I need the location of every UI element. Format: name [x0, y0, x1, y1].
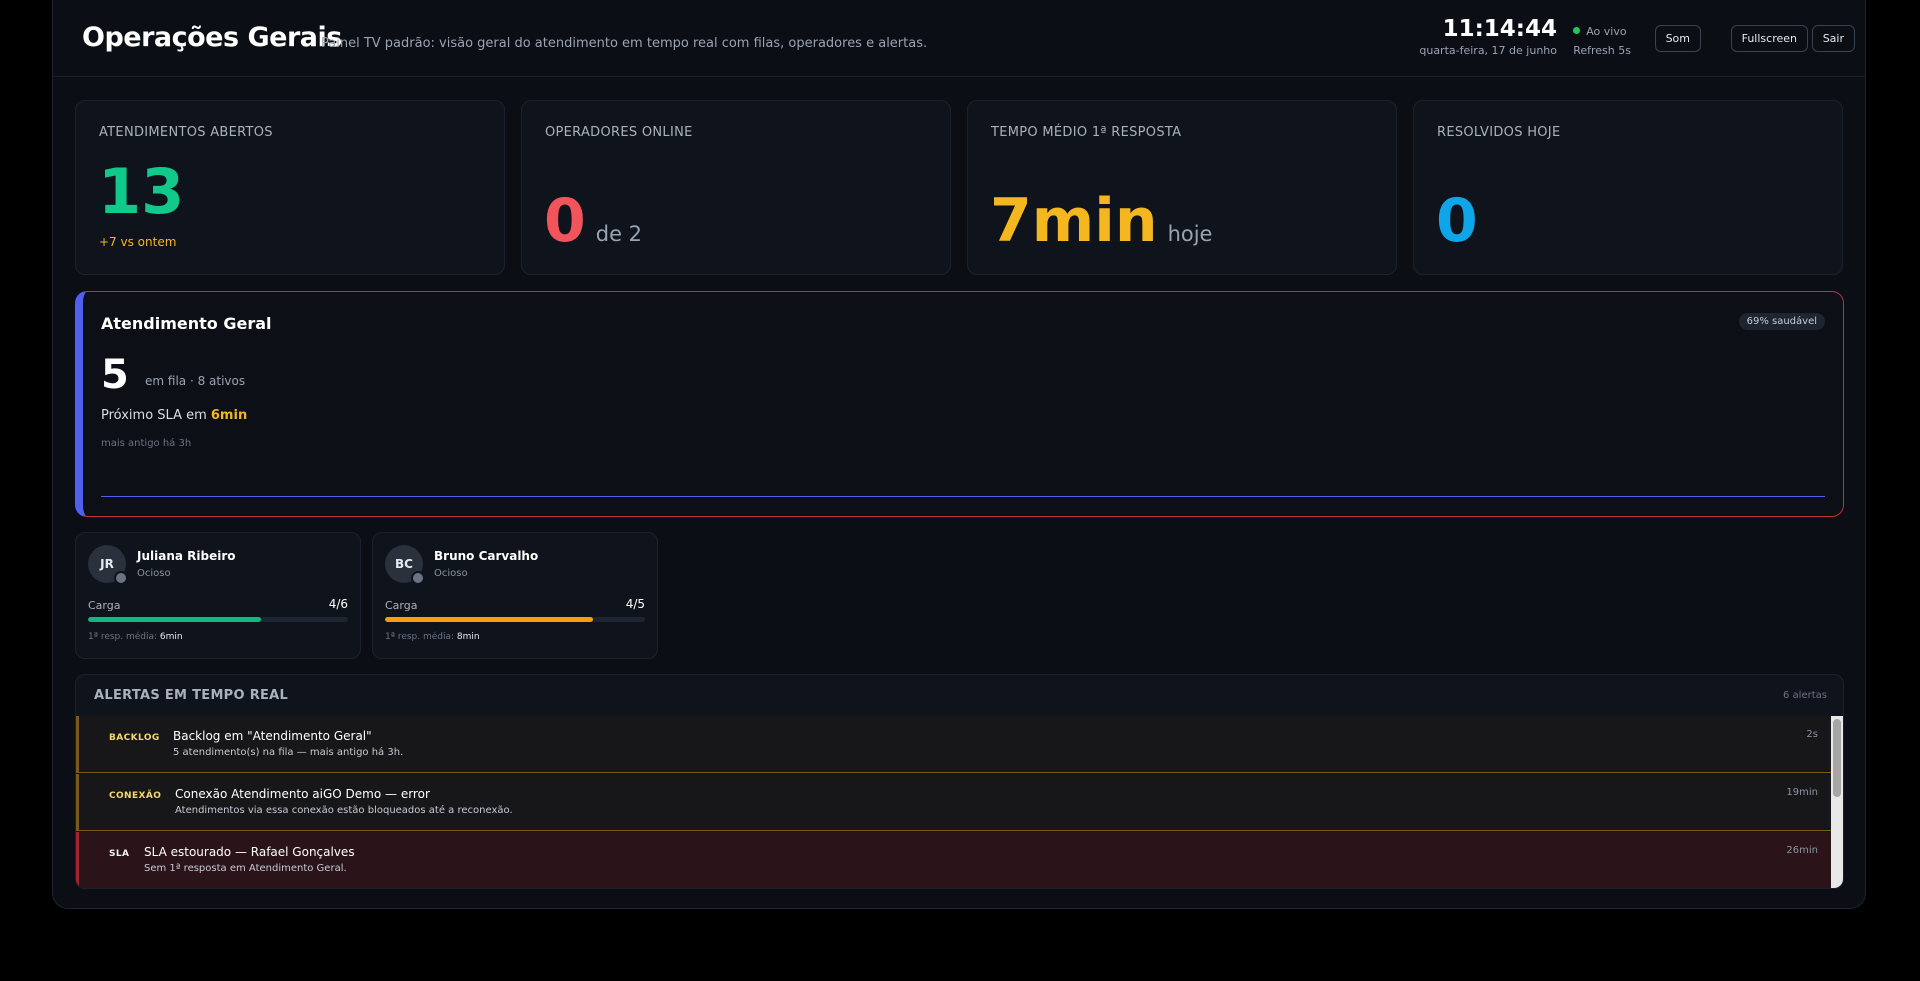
kpi-number: 0 — [1436, 186, 1478, 256]
dashboard-window: Operações Gerais Painel TV padrão: visão… — [52, 0, 1866, 909]
refresh-label: Refresh 5s — [1573, 44, 1631, 57]
load-bar — [385, 617, 645, 622]
load-label: Carga — [385, 599, 418, 612]
kpi-suffix: hoje — [1167, 222, 1213, 246]
page-subtitle: Painel TV padrão: visão geral do atendim… — [321, 36, 928, 51]
clock-time: 11:14:44 — [1442, 16, 1557, 42]
kpi-value: 0 — [1436, 191, 1478, 251]
avatar-initials: JR — [100, 557, 114, 571]
alert-time: 19min — [1786, 787, 1818, 798]
health-badge: 69% saudável — [1738, 313, 1825, 330]
alert-time: 2s — [1806, 729, 1818, 740]
kpi-card-first-response: TEMPO MÉDIO 1ª RESPOSTA 7min hoje — [967, 100, 1397, 275]
queue-summary: em fila · 8 ativos — [145, 374, 246, 388]
clock-date: quarta-feira, 17 de junho — [1419, 44, 1557, 57]
alert-description: Sem 1ª resposta em Atendimento Geral. — [144, 863, 347, 874]
alert-description: 5 atendimento(s) na fila — mais antigo h… — [173, 747, 404, 758]
kpi-value: 7min hoje — [990, 191, 1212, 251]
next-sla: Próximo SLA em 6min — [101, 408, 247, 423]
kpi-number: 13 — [98, 155, 185, 228]
kpi-delta: +7 vs ontem — [99, 235, 177, 249]
kpi-number: 0 — [544, 186, 586, 256]
status-dot-icon — [114, 571, 128, 585]
live-status: Ao vivo Refresh 5s — [1573, 22, 1631, 60]
next-sla-label: Próximo SLA em — [101, 408, 211, 423]
alert-tag: SLA — [109, 849, 130, 859]
alert-row[interactable]: CONEXÃO Conexão Atendimento aiGO Demo — … — [76, 774, 1834, 831]
kpi-label: RESOLVIDOS HOJE — [1437, 125, 1561, 140]
alert-title: Conexão Atendimento aiGO Demo — error — [175, 787, 430, 801]
alerts-title: ALERTAS EM TEMPO REAL — [94, 688, 289, 703]
operator-state: Ocioso — [434, 568, 468, 579]
avg-first-response-label: 1ª resp. média: — [385, 632, 457, 642]
status-dot-icon — [411, 571, 425, 585]
queue-card-general[interactable]: Atendimento Geral 69% saudável 5 em fila… — [75, 291, 1844, 517]
page-title: Operações Gerais — [82, 22, 342, 53]
alerts-scrollbar[interactable] — [1831, 716, 1843, 888]
live-dot-icon — [1573, 27, 1581, 34]
avatar: JR — [88, 545, 128, 585]
operator-card[interactable]: BC Bruno Carvalho Ocioso Carga 4/5 1ª re… — [372, 532, 658, 659]
alert-tag: BACKLOG — [109, 733, 160, 743]
alert-description: Atendimentos via essa conexão estão bloq… — [175, 805, 513, 816]
exit-button[interactable]: Sair — [1811, 25, 1855, 52]
alert-row[interactable]: BACKLOG Backlog em "Atendimento Geral" 5… — [76, 716, 1834, 773]
kpi-label: ATENDIMENTOS ABERTOS — [99, 125, 273, 140]
kpi-number: 7min — [990, 186, 1158, 256]
queue-name: Atendimento Geral — [101, 314, 272, 333]
load-bar — [88, 617, 348, 622]
live-label: Ao vivo — [1586, 25, 1627, 38]
load-label: Carga — [88, 599, 121, 612]
oldest-ticket: mais antigo há 3h — [101, 438, 192, 449]
clock: 11:14:44 quarta-feira, 17 de junho — [1419, 16, 1557, 57]
kpi-card-resolved-today: RESOLVIDOS HOJE 0 — [1413, 100, 1843, 275]
load-bar-fill — [385, 617, 593, 622]
avg-first-response: 1ª resp. média: 8min — [385, 632, 480, 642]
avg-first-response-label: 1ª resp. média: — [88, 632, 160, 642]
next-sla-value: 6min — [210, 408, 248, 423]
kpi-card-operators-online: OPERADORES ONLINE 0 de 2 — [521, 100, 951, 275]
kpi-value: 0 de 2 — [544, 191, 642, 251]
operator-card[interactable]: JR Juliana Ribeiro Ocioso Carga 4/6 1ª r… — [75, 532, 361, 659]
load-value: 4/5 — [625, 597, 645, 611]
kpi-suffix: de 2 — [595, 222, 643, 246]
avg-first-response: 1ª resp. média: 6min — [88, 632, 183, 642]
operator-name: Bruno Carvalho — [434, 549, 539, 563]
avatar: BC — [385, 545, 425, 585]
avg-first-response-value: 6min — [159, 632, 183, 642]
kpi-label: OPERADORES ONLINE — [545, 125, 693, 140]
kpi-card-open-tickets: ATENDIMENTOS ABERTOS 13 +7 vs ontem — [75, 100, 505, 275]
queue-count: 5 — [101, 352, 129, 398]
top-bar: Operações Gerais Painel TV padrão: visão… — [53, 0, 1865, 77]
fullscreen-button[interactable]: Fullscreen — [1730, 25, 1808, 52]
avatar-initials: BC — [395, 557, 413, 571]
kpi-label: TEMPO MÉDIO 1ª RESPOSTA — [991, 125, 1182, 140]
operator-state: Ocioso — [137, 568, 171, 579]
queue-sparkline — [101, 496, 1825, 497]
load-bar-fill — [88, 617, 262, 622]
avg-first-response-value: 8min — [456, 632, 480, 642]
alert-title: SLA estourado — Rafael Gonçalves — [144, 845, 355, 859]
alerts-panel: ALERTAS EM TEMPO REAL 6 alertas BACKLOG … — [75, 674, 1844, 889]
kpi-value: 13 — [98, 161, 184, 223]
sound-button[interactable]: Som — [1654, 25, 1701, 52]
load-value: 4/6 — [328, 597, 348, 611]
alerts-count: 6 alertas — [1783, 690, 1827, 701]
alert-row[interactable]: SLA SLA estourado — Rafael Gonçalves Sem… — [76, 832, 1834, 888]
alert-title: Backlog em "Atendimento Geral" — [173, 729, 372, 743]
alert-tag: CONEXÃO — [109, 791, 162, 801]
alert-time: 26min — [1786, 845, 1818, 856]
operator-name: Juliana Ribeiro — [137, 549, 236, 563]
scrollbar-thumb[interactable] — [1833, 719, 1841, 797]
